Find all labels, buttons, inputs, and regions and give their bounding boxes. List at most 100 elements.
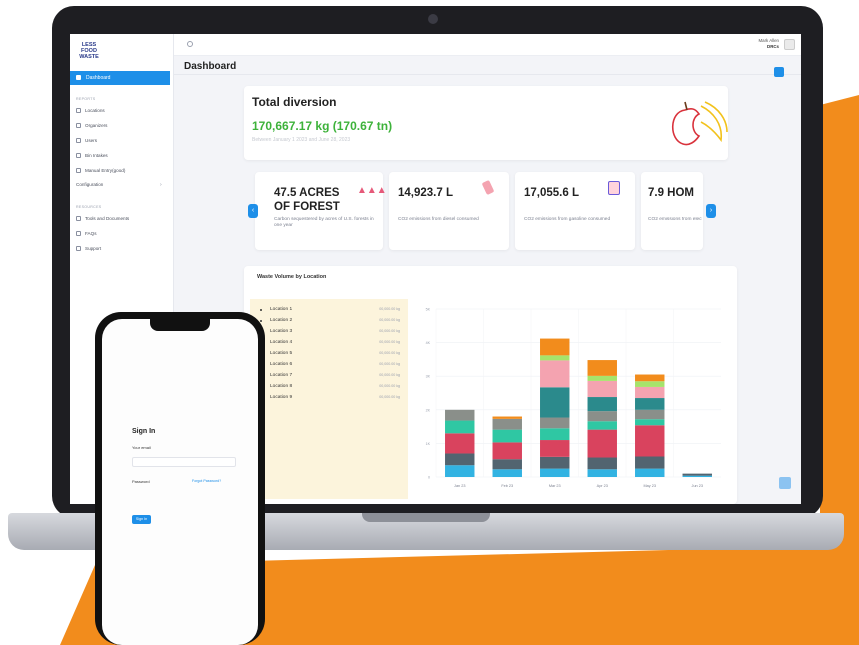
bullet bbox=[260, 320, 262, 322]
sidebar-section-reports: REPORTS bbox=[76, 97, 96, 101]
bar-segment bbox=[635, 468, 665, 477]
forgot-password-link[interactable]: Forgot Password? bbox=[192, 479, 221, 483]
sidebar-item-dashboard[interactable]: Dashboard bbox=[70, 71, 170, 85]
sidebar-item-locations[interactable]: Locations bbox=[76, 108, 105, 113]
legend-value: 00,000.00 kg bbox=[379, 307, 400, 311]
document-icon bbox=[76, 216, 81, 221]
sidebar-item-support[interactable]: Support bbox=[76, 246, 101, 251]
legend-label: Location 7 bbox=[270, 373, 293, 378]
bar-segment bbox=[492, 469, 522, 477]
x-tick-label: May 23 bbox=[644, 484, 656, 488]
location-icon bbox=[76, 108, 81, 113]
chart-title: Waste Volume by Location bbox=[257, 274, 327, 280]
phone-notch bbox=[150, 319, 210, 331]
edit-icon bbox=[76, 168, 81, 173]
bar-segment bbox=[635, 419, 665, 426]
sidebar-item-faqs[interactable]: FAQs bbox=[76, 231, 97, 236]
stat-description: Carbon sequestered by acres of U.S. fore… bbox=[274, 217, 374, 228]
stat-description: CO2 emissions from electricity use for bbox=[648, 217, 702, 222]
sidebar-item-users[interactable]: Users bbox=[76, 138, 97, 143]
legend-label: Location 3 bbox=[270, 329, 293, 334]
menu-button[interactable] bbox=[774, 67, 784, 77]
bar-segment bbox=[587, 469, 617, 477]
bar-segment bbox=[445, 420, 475, 434]
bar-segment bbox=[492, 459, 522, 470]
bar-segment bbox=[492, 416, 522, 419]
sidebar-item-label: Users bbox=[85, 138, 97, 143]
legend-label: Location 2 bbox=[270, 318, 293, 323]
sidebar-item-label: Tools and Documents bbox=[85, 216, 130, 221]
carousel-next-button[interactable]: › bbox=[706, 204, 716, 218]
laptop-camera bbox=[428, 14, 438, 24]
bar-segment bbox=[492, 418, 522, 430]
bar-segment bbox=[587, 457, 617, 470]
search-icon[interactable] bbox=[187, 41, 193, 47]
laptop-trackpad-notch bbox=[362, 513, 490, 522]
user-menu[interactable]: Mark Allen DRCs bbox=[759, 38, 780, 49]
calendar-icon bbox=[76, 123, 81, 128]
sign-in-button[interactable]: Sign In bbox=[132, 515, 151, 524]
legend-label: Location 1 bbox=[270, 307, 293, 312]
y-tick-label: 2K bbox=[426, 408, 431, 412]
user-name: Mark Allen bbox=[758, 38, 780, 43]
legend-value: 00,000.00 kg bbox=[379, 351, 400, 355]
bar-segment bbox=[587, 429, 617, 458]
top-bar bbox=[174, 34, 801, 56]
trees-icon: ▲▲▲ bbox=[357, 185, 387, 196]
carousel-prev-button[interactable]: ‹ bbox=[248, 204, 258, 218]
legend-label: Location 6 bbox=[270, 362, 293, 367]
x-tick-label: Jan 23 bbox=[454, 484, 465, 488]
x-tick-label: Mar 23 bbox=[549, 484, 561, 488]
legend-value: 00,000.00 kg bbox=[379, 318, 400, 322]
sidebar-item-bin-intakes[interactable]: Bin Intakes bbox=[76, 153, 108, 158]
y-tick-label: 1K bbox=[426, 442, 431, 446]
stat-value: 47.5 ACRES bbox=[274, 187, 340, 199]
sidebar-item-label: FAQs bbox=[85, 231, 97, 236]
help-icon bbox=[76, 231, 81, 236]
bar-segment bbox=[540, 468, 570, 477]
legend-value: 00,000.00 kg bbox=[379, 362, 400, 366]
sidebar-item-label: Manual Entry(good) bbox=[85, 168, 126, 173]
bar-segment bbox=[445, 453, 475, 466]
sidebar-item-manual-entry[interactable]: Manual Entry(good) bbox=[76, 168, 125, 173]
bar-segment bbox=[540, 428, 570, 441]
stat-value: 7.9 HOM bbox=[648, 187, 695, 199]
bar-segment bbox=[682, 473, 712, 476]
stat-card bbox=[641, 172, 703, 250]
stat-value-line-2: OF FOREST bbox=[274, 201, 340, 213]
gas-station-icon bbox=[608, 181, 620, 195]
total-diversion-label: Total diversion bbox=[252, 95, 337, 109]
avatar[interactable] bbox=[784, 39, 795, 50]
bar-segment bbox=[540, 456, 570, 469]
bar-segment bbox=[682, 475, 712, 477]
bar-segment bbox=[540, 355, 570, 361]
bar-segment bbox=[635, 409, 665, 420]
users-icon bbox=[76, 138, 81, 143]
stat-description: CO2 emissions from gasoline consumed bbox=[524, 217, 611, 222]
sidebar-item-organizers[interactable]: Organizers bbox=[76, 123, 107, 128]
legend-value: 00,000.00 kg bbox=[379, 395, 400, 399]
bar-segment bbox=[587, 375, 617, 381]
phone-screen bbox=[102, 319, 258, 645]
bar-segment bbox=[635, 398, 665, 410]
y-tick-label: 0 bbox=[428, 476, 430, 480]
legend-label: Location 4 bbox=[270, 340, 293, 345]
y-tick-label: 4K bbox=[426, 341, 431, 345]
legend-row: Location 5 00,000.00 kg bbox=[260, 351, 400, 356]
sidebar-item-tools[interactable]: Tools and Documents bbox=[76, 216, 129, 221]
legend-value: 00,000.00 kg bbox=[379, 384, 400, 388]
bar-segment bbox=[445, 409, 475, 421]
email-field[interactable] bbox=[132, 457, 236, 467]
brand-logo[interactable]: LESS FOOD WASTE bbox=[76, 42, 102, 64]
page-title: Dashboard bbox=[184, 61, 237, 72]
hero-stage: LESS FOOD WASTE Dashboard REPORTS Locati… bbox=[0, 0, 859, 645]
legend-row: Location 4 00,000.00 kg bbox=[260, 340, 400, 345]
legend-label: Location 5 bbox=[270, 351, 293, 356]
bar-segment bbox=[492, 442, 522, 460]
sidebar-item-configuration[interactable]: Configuration bbox=[76, 182, 103, 187]
dashboard-icon bbox=[76, 75, 81, 80]
scroll-to-top-button[interactable] bbox=[779, 477, 791, 489]
stat-description: CO2 emissions from diesel consumed bbox=[398, 217, 479, 222]
orange-shape-right bbox=[820, 95, 859, 560]
legend-row: Location 9 00,000.00 kg bbox=[260, 395, 400, 400]
